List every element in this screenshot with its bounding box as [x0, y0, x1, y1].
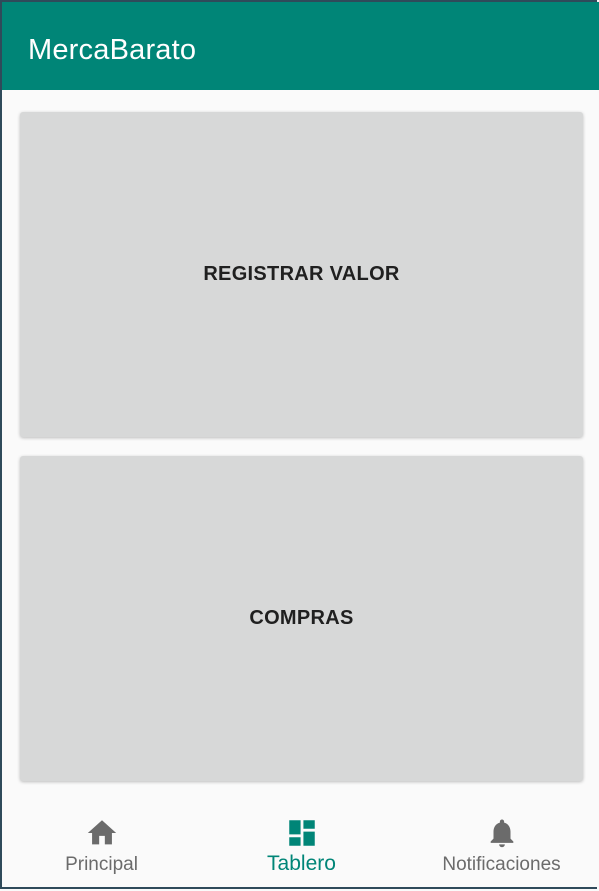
app-title: MercaBarato [28, 34, 197, 66]
nav-item-principal[interactable]: Principal [2, 802, 201, 889]
nav-label-principal: Principal [65, 854, 138, 875]
nav-label-notificaciones: Notificaciones [442, 854, 561, 875]
home-icon [85, 816, 119, 850]
registrar-valor-label: REGISTRAR VALOR [203, 263, 400, 285]
compras-label: COMPRAS [249, 607, 354, 629]
main-content: REGISTRAR VALOR COMPRAS [2, 90, 599, 802]
nav-item-tablero[interactable]: Tablero [202, 802, 401, 889]
bottom-navigation: Principal Tablero Notificaciones [2, 802, 599, 889]
nav-item-notificaciones[interactable]: Notificaciones [402, 802, 599, 889]
app-bar: MercaBarato [2, 2, 599, 90]
nav-label-tablero: Tablero [267, 852, 336, 875]
registrar-valor-button[interactable]: REGISTRAR VALOR [20, 112, 583, 437]
compras-button[interactable]: COMPRAS [20, 456, 583, 781]
bell-icon [485, 816, 519, 850]
dashboard-icon [285, 816, 319, 850]
